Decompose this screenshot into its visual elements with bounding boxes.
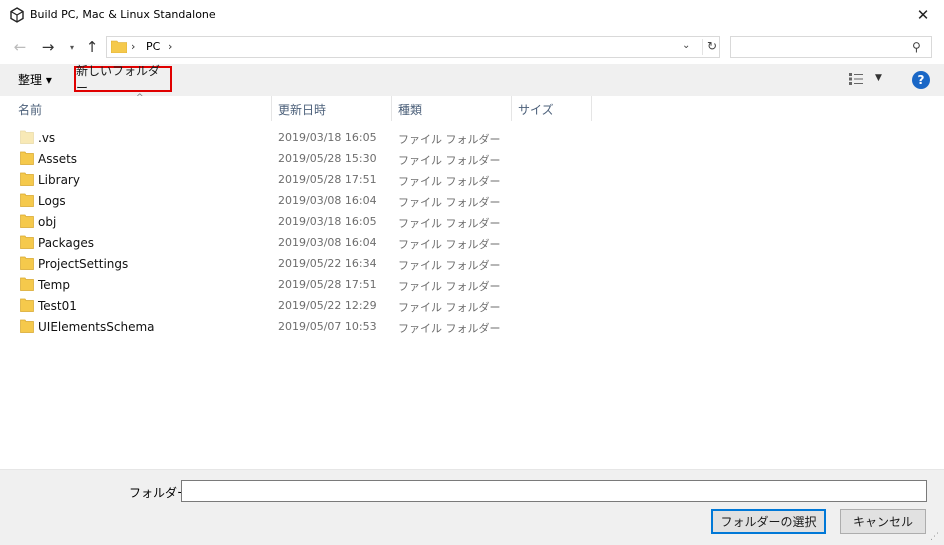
file-name: obj [38, 215, 57, 229]
folder-icon [20, 256, 34, 270]
file-name: Assets [38, 152, 78, 166]
file-date: 2019/05/28 15:30 [278, 152, 377, 165]
file-type: ファイル フォルダー [398, 259, 501, 272]
breadcrumb-separator[interactable]: › [131, 40, 135, 53]
file-type: ファイル フォルダー [398, 217, 501, 230]
search-icon[interactable]: ⚲ [912, 40, 921, 54]
view-options-icon[interactable] [849, 73, 865, 85]
resize-grip-icon[interactable]: ⋰ [930, 532, 939, 542]
file-name: Test01 [38, 299, 77, 313]
search-input[interactable] [733, 39, 903, 55]
column-date[interactable]: 更新日時 [278, 96, 326, 121]
file-name: Logs [38, 194, 66, 208]
file-row[interactable]: Assets 2019/05/28 15:30 ファイル フォルダー [0, 148, 944, 169]
folder-icon [20, 298, 34, 312]
folder-icon [111, 40, 127, 53]
folder-icon [20, 130, 34, 144]
column-name[interactable]: 名前 [18, 96, 42, 121]
file-date: 2019/05/22 12:29 [278, 299, 377, 312]
file-type: ファイル フォルダー [398, 133, 501, 146]
file-date: 2019/03/08 16:04 [278, 194, 377, 207]
close-icon[interactable]: ✕ [910, 4, 936, 26]
file-row[interactable]: ProjectSettings 2019/05/22 16:34 ファイル フォルダ… [0, 253, 944, 274]
file-list: .vs 2019/03/18 16:05 ファイル フォルダー Assets 2019/… [0, 127, 944, 467]
address-bar[interactable]: › PC › ⌄ ↻ [106, 36, 720, 58]
folder-icon [20, 214, 34, 228]
file-type: ファイル フォルダー [398, 196, 501, 209]
folder-icon [20, 172, 34, 186]
organize-button[interactable]: 整理 ▾ [18, 71, 52, 88]
file-row[interactable]: obj 2019/03/18 16:05 ファイル フォルダー [0, 211, 944, 232]
file-name: Temp [38, 278, 70, 292]
file-date: 2019/05/07 10:53 [278, 320, 377, 333]
title-bar: Build PC, Mac & Linux Standalone ✕ [0, 0, 944, 31]
help-icon[interactable]: ? [912, 71, 930, 89]
file-date: 2019/05/28 17:51 [278, 173, 377, 186]
file-type: ファイル フォルダー [398, 280, 501, 293]
file-date: 2019/03/18 16:05 [278, 215, 377, 228]
back-arrow-icon[interactable]: ← [10, 35, 30, 59]
column-divider[interactable] [271, 96, 272, 121]
column-type[interactable]: 種類 [398, 96, 422, 121]
dialog-footer: フォルダー: フォルダーの選択 キャンセル ⋰ [0, 469, 944, 545]
new-folder-button[interactable]: 新しいフォルダー [74, 64, 172, 95]
breadcrumb-separator[interactable]: › [168, 40, 172, 53]
file-date: 2019/03/18 16:05 [278, 131, 377, 144]
window-title: Build PC, Mac & Linux Standalone [30, 8, 216, 21]
file-date: 2019/03/08 16:04 [278, 236, 377, 249]
file-row[interactable]: Test01 2019/05/22 12:29 ファイル フォルダー [0, 295, 944, 316]
forward-arrow-icon[interactable]: → [38, 35, 58, 59]
chevron-down-icon[interactable]: ▼ [875, 73, 882, 83]
file-row[interactable]: .vs 2019/03/18 16:05 ファイル フォルダー [0, 127, 944, 148]
file-name: Packages [38, 236, 94, 250]
column-divider[interactable] [591, 96, 592, 121]
file-type: ファイル フォルダー [398, 154, 501, 167]
column-size[interactable]: サイズ [518, 96, 554, 121]
file-row[interactable]: Packages 2019/03/08 16:04 ファイル フォルダー [0, 232, 944, 253]
column-divider[interactable] [391, 96, 392, 121]
folder-icon [20, 193, 34, 207]
cancel-button[interactable]: キャンセル [840, 509, 926, 534]
up-arrow-icon[interactable]: ↑ [82, 35, 102, 59]
folder-input[interactable] [181, 480, 927, 502]
file-type: ファイル フォルダー [398, 175, 501, 188]
file-type: ファイル フォルダー [398, 301, 501, 314]
file-name: Library [38, 173, 80, 187]
search-box[interactable]: ⚲ [730, 36, 932, 58]
folder-icon [20, 235, 34, 249]
folder-icon [20, 151, 34, 165]
folder-icon [20, 277, 34, 291]
file-row[interactable]: Library 2019/05/28 17:51 ファイル フォルダー [0, 169, 944, 190]
refresh-icon[interactable]: ↻ [702, 39, 717, 55]
file-date: 2019/05/22 16:34 [278, 257, 377, 270]
file-type: ファイル フォルダー [398, 322, 501, 335]
file-name: UIElementsSchema [38, 320, 155, 334]
file-row[interactable]: Logs 2019/03/08 16:04 ファイル フォルダー [0, 190, 944, 211]
chevron-down-icon[interactable]: ⌄ [682, 40, 690, 51]
unity-icon [10, 7, 24, 23]
file-row[interactable]: Temp 2019/05/28 17:51 ファイル フォルダー [0, 274, 944, 295]
file-row[interactable]: UIElementsSchema 2019/05/07 10:53 ファイル フォル… [0, 316, 944, 337]
column-divider[interactable] [511, 96, 512, 121]
column-header: ^ 名前 更新日時 種類 サイズ [0, 93, 944, 121]
breadcrumb-pc[interactable]: PC [146, 40, 160, 53]
chevron-down-icon[interactable]: ▾ [62, 35, 82, 59]
folder-icon [20, 319, 34, 333]
toolbar: 整理 ▾ 新しいフォルダー ▼ ? [0, 64, 944, 96]
sort-ascending-icon: ^ [136, 93, 144, 103]
file-name: ProjectSettings [38, 257, 129, 271]
file-name: .vs [38, 131, 56, 145]
file-date: 2019/05/28 17:51 [278, 278, 377, 291]
file-type: ファイル フォルダー [398, 238, 501, 251]
select-folder-button[interactable]: フォルダーの選択 [711, 509, 826, 534]
